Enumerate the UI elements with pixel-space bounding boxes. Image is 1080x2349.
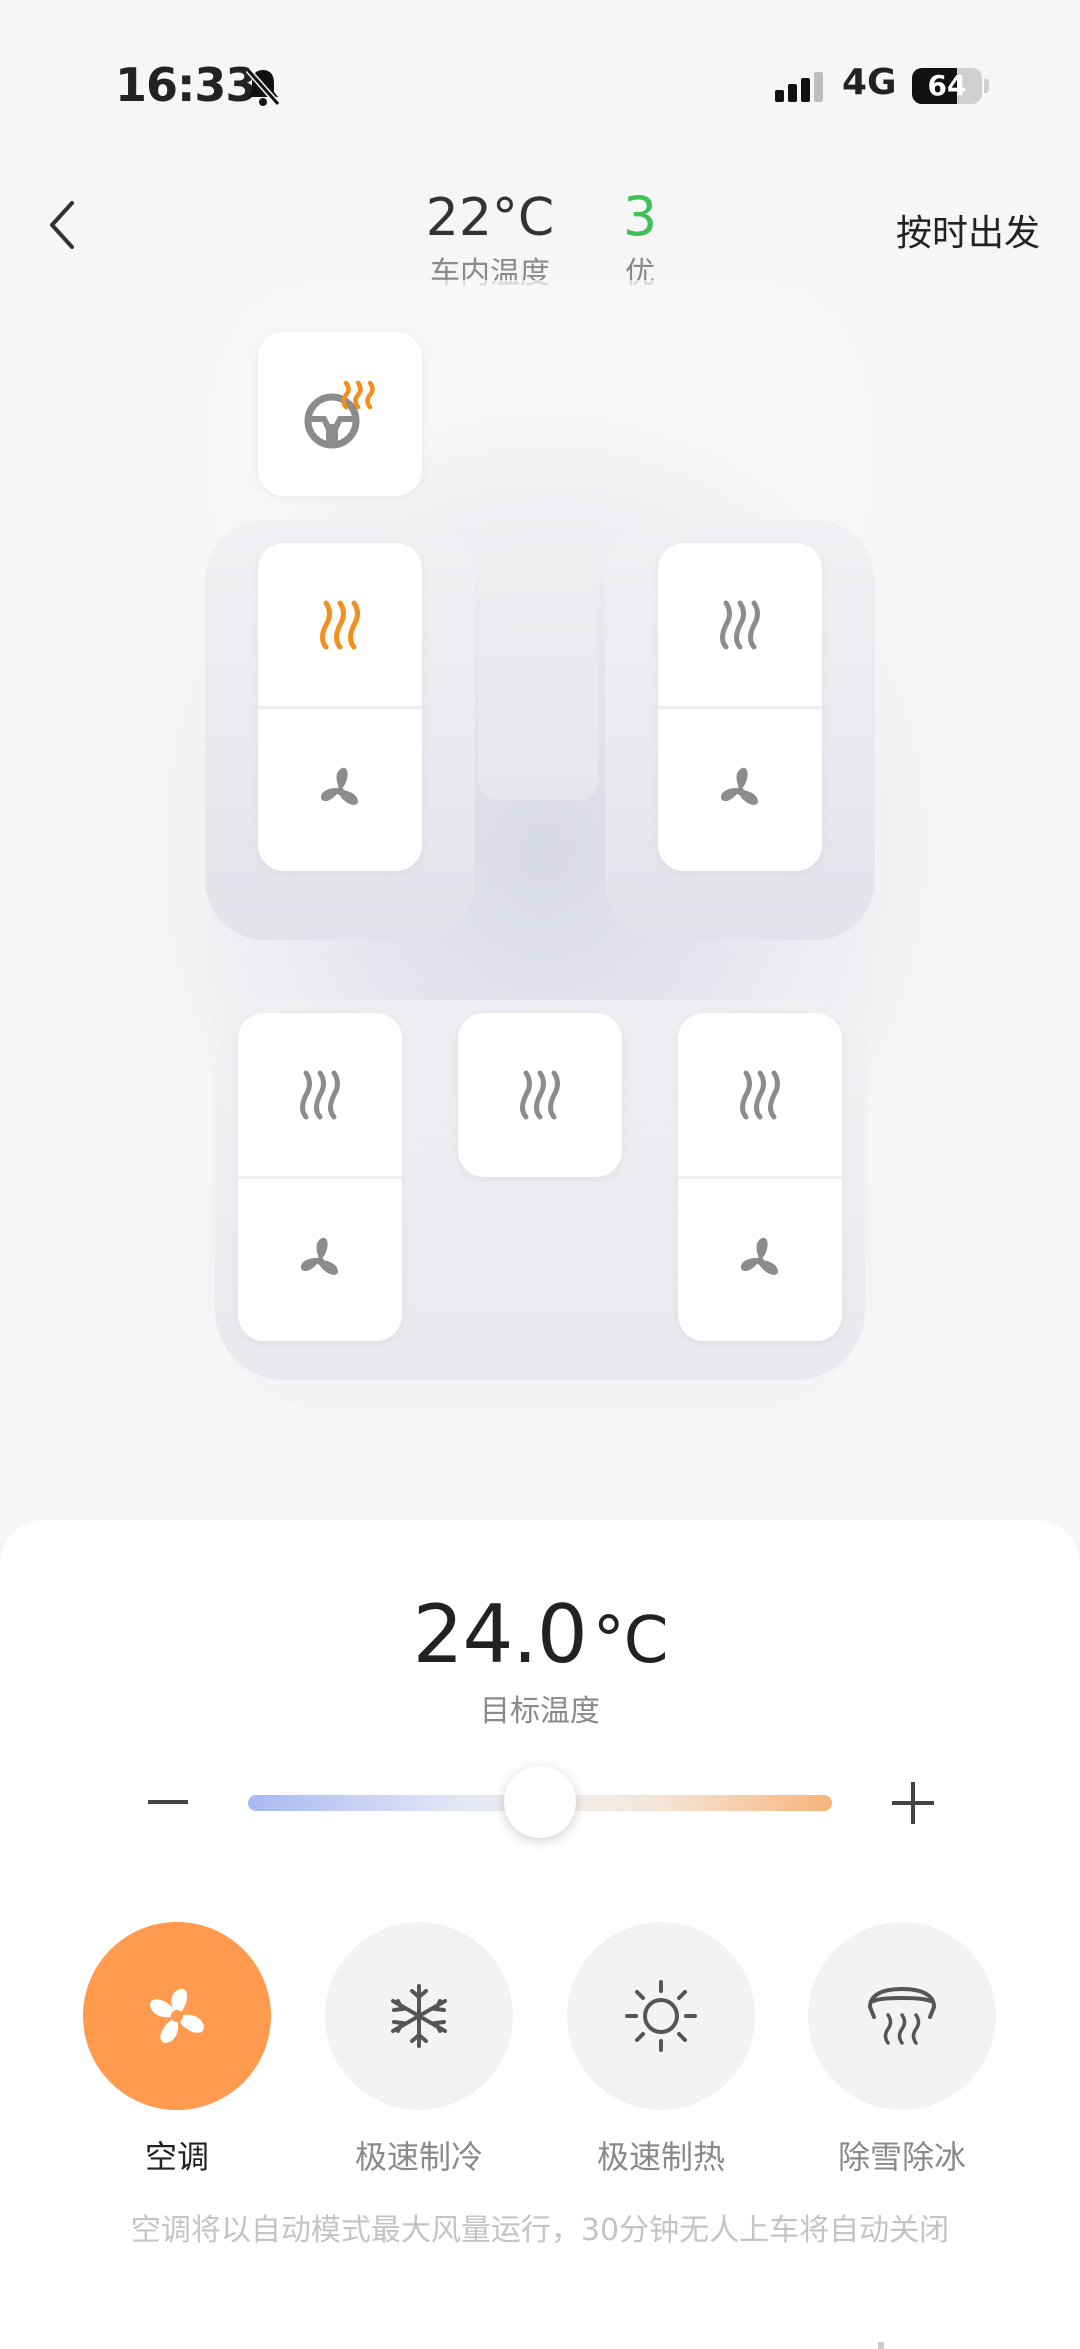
seat-heat-icon	[740, 1070, 780, 1120]
mode-defrost[interactable]: 除雪除冰	[808, 1922, 996, 2178]
rear-right-seat-vent-button[interactable]	[678, 1179, 842, 1341]
temperature-slider-thumb[interactable]	[504, 1766, 576, 1838]
steering-wheel-heat-icon	[304, 380, 375, 449]
seat-heat-icon	[300, 1070, 340, 1120]
seat-vent-fan-icon	[300, 1237, 338, 1275]
battery-level: 64	[927, 69, 967, 102]
rear-right-seat-controls	[678, 1013, 842, 1341]
cabin-temperature: 22°C	[425, 188, 555, 248]
target-temperature: 24.0°C	[0, 1588, 1080, 1681]
mode-defrost-label: 除雪除冰	[837, 2138, 966, 2176]
rear-left-seat-heat-button[interactable]	[238, 1013, 402, 1177]
driver-seat-heat-button[interactable]	[258, 543, 422, 707]
increase-temperature-button[interactable]	[892, 1782, 934, 1824]
steering-wheel-heat-button[interactable]	[258, 332, 422, 496]
seat-vent-fan-icon	[740, 1237, 778, 1275]
mode-rapid-heat-circle[interactable]	[567, 1922, 755, 2110]
signal-icon	[775, 72, 823, 102]
passenger-seat-heat-button[interactable]	[658, 543, 822, 707]
snowflake-icon	[391, 1984, 447, 2048]
target-temperature-unit: °C	[592, 1604, 669, 1678]
status-time: 16:33	[115, 58, 257, 112]
mode-rapid-cool[interactable]: 极速制冷	[325, 1922, 513, 2178]
home-indicator	[878, 2342, 884, 2349]
mode-ac[interactable]: 空调	[83, 1922, 271, 2178]
network-type: 4G	[842, 62, 897, 103]
passenger-seat-controls	[658, 543, 822, 871]
rear-left-seat-vent-button[interactable]	[238, 1179, 402, 1341]
bell-muted-icon	[245, 68, 281, 106]
mode-rapid-cool-circle[interactable]	[325, 1922, 513, 2110]
ac-hint-text: 空调将以自动模式最大风量运行，30分钟无人上车将自动关闭	[130, 2213, 950, 2248]
mode-rapid-cool-label: 极速制冷	[354, 2138, 483, 2176]
ac-fan-icon	[150, 1988, 204, 2043]
target-temperature-label: 目标温度	[480, 1694, 600, 1729]
mode-ac-circle[interactable]	[83, 1922, 271, 2110]
battery-nub	[984, 79, 989, 93]
mode-defrost-circle[interactable]	[808, 1922, 996, 2110]
target-temperature-value: 24.0	[412, 1588, 588, 1681]
mode-rapid-heat-label: 极速制热	[596, 2138, 725, 2176]
rear-left-seat-controls	[238, 1013, 402, 1341]
battery-indicator: 64	[912, 68, 982, 104]
mode-rapid-heat[interactable]: 极速制热	[567, 1922, 755, 2178]
mode-ac-label: 空调	[144, 2138, 209, 2176]
defrost-icon	[868, 1986, 937, 2045]
seat-heat-icon	[320, 600, 360, 650]
passenger-seat-vent-button[interactable]	[658, 709, 822, 871]
rear-center-seat-heat-button[interactable]	[458, 1013, 622, 1177]
air-quality-value: 3	[622, 185, 658, 248]
back-chevron-icon[interactable]	[40, 195, 90, 255]
center-console	[478, 520, 598, 800]
decrease-temperature-button[interactable]	[148, 1800, 188, 1804]
sun-icon	[625, 1980, 697, 2052]
seat-vent-fan-icon	[320, 767, 358, 805]
depart-on-time-button[interactable]: 按时出发	[880, 204, 1040, 256]
driver-seat-vent-button[interactable]	[258, 709, 422, 871]
driver-seat-controls	[258, 543, 422, 871]
seat-heat-icon	[720, 600, 760, 650]
rear-right-seat-heat-button[interactable]	[678, 1013, 842, 1177]
seat-vent-fan-icon	[720, 767, 758, 805]
seat-heat-icon	[520, 1070, 560, 1120]
